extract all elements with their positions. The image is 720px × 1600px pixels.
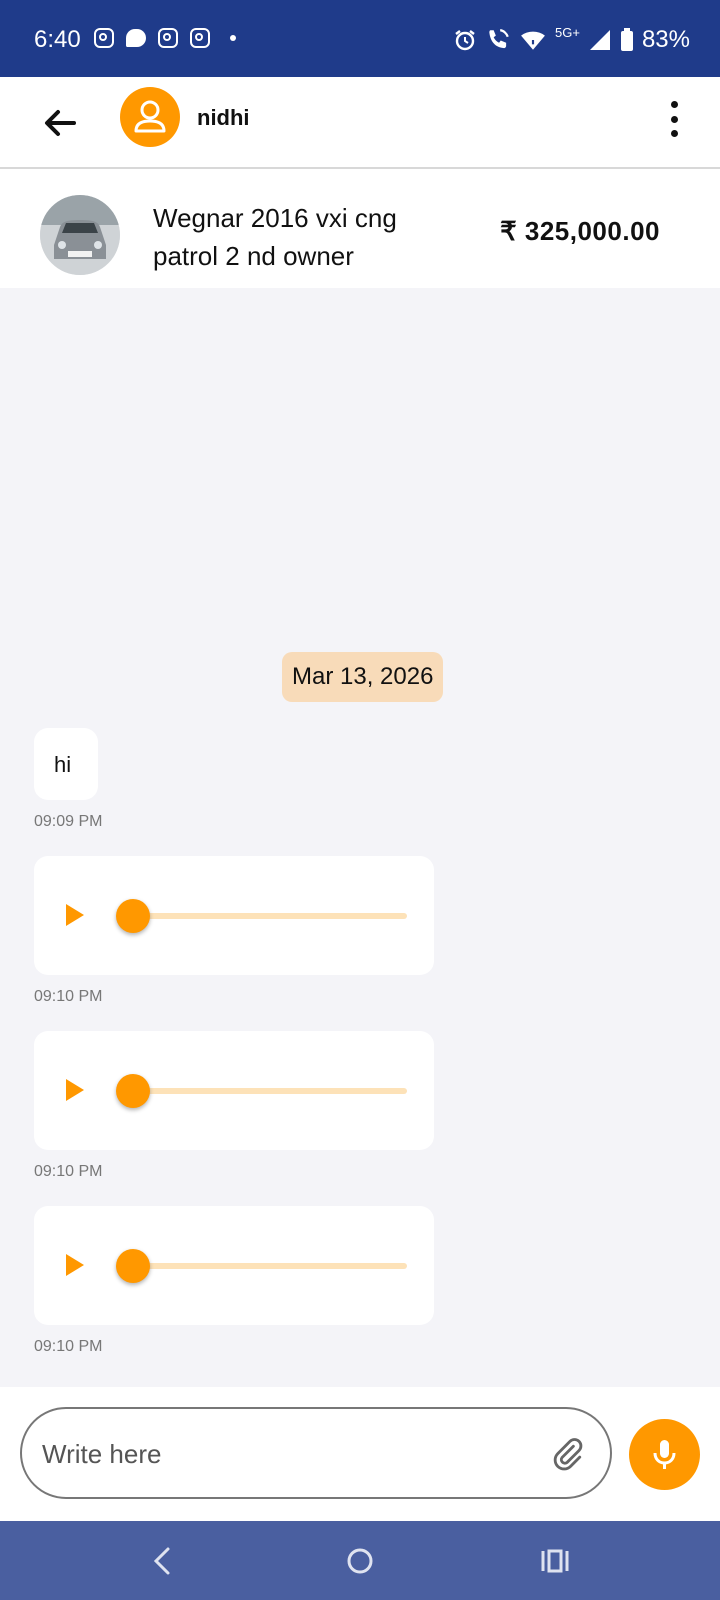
instagram-icon bbox=[94, 28, 114, 48]
more-options-icon[interactable] bbox=[668, 101, 680, 137]
audio-progress-track[interactable] bbox=[132, 1263, 407, 1269]
listing-card[interactable]: Wegnar 2016 vxi cng patrol 2 nd owner ₹ … bbox=[0, 169, 720, 288]
audio-message bbox=[34, 1031, 434, 1150]
nav-back-icon[interactable] bbox=[142, 1539, 186, 1583]
signal-icon bbox=[589, 30, 610, 50]
listing-price: ₹ 325,000.00 bbox=[500, 216, 660, 246]
wifi-call-icon bbox=[489, 29, 509, 49]
microphone-icon bbox=[653, 1440, 676, 1469]
text-message[interactable]: hi bbox=[34, 728, 98, 800]
audio-seek-thumb[interactable] bbox=[116, 1249, 150, 1283]
contact-avatar[interactable] bbox=[120, 87, 180, 147]
notification-icons bbox=[94, 28, 236, 48]
nav-recents-icon[interactable] bbox=[533, 1539, 577, 1583]
audio-progress-track[interactable] bbox=[132, 913, 407, 919]
more-notifications-dot bbox=[230, 35, 236, 41]
contact-name[interactable]: nidhi bbox=[197, 105, 250, 131]
audio-message bbox=[34, 1206, 434, 1325]
audio-progress-track[interactable] bbox=[132, 1088, 407, 1094]
alarm-icon bbox=[455, 30, 475, 51]
back-arrow-icon[interactable] bbox=[40, 103, 80, 143]
date-separator: Mar 13, 2026 bbox=[282, 652, 444, 702]
instagram-icon bbox=[158, 28, 178, 48]
message-text: hi bbox=[54, 752, 72, 777]
system-nav-bar bbox=[0, 1521, 720, 1600]
chat-notification-icon bbox=[126, 29, 146, 47]
instagram-icon bbox=[190, 28, 210, 48]
attachment-icon[interactable] bbox=[550, 1437, 584, 1471]
message-time: 09:10 PM bbox=[34, 988, 103, 1005]
voice-record-button[interactable] bbox=[629, 1419, 700, 1490]
play-icon[interactable] bbox=[66, 904, 84, 926]
network-type-label: 5G+ bbox=[555, 24, 580, 40]
message-time: 09:09 PM bbox=[34, 813, 103, 830]
message-input-container bbox=[20, 1407, 612, 1499]
car-thumbnail bbox=[40, 195, 120, 275]
battery-icon bbox=[620, 28, 633, 51]
status-bar: 6:40 5G+ 83% bbox=[0, 0, 720, 77]
message-time: 09:10 PM bbox=[34, 1163, 103, 1180]
composer bbox=[0, 1387, 720, 1521]
play-icon[interactable] bbox=[66, 1079, 84, 1101]
system-icons: 5G+ 83% bbox=[453, 24, 690, 54]
message-input[interactable] bbox=[40, 1427, 524, 1481]
audio-seek-thumb[interactable] bbox=[116, 899, 150, 933]
nav-home-icon[interactable] bbox=[338, 1539, 382, 1583]
car-image bbox=[40, 195, 120, 275]
user-icon bbox=[134, 100, 166, 133]
audio-message bbox=[34, 856, 434, 975]
play-icon[interactable] bbox=[66, 1254, 84, 1276]
battery-percentage: 83% bbox=[641, 26, 690, 53]
audio-seek-thumb[interactable] bbox=[116, 1074, 150, 1108]
wifi-icon bbox=[521, 31, 545, 50]
listing-title: Wegnar 2016 vxi cng patrol 2 nd owner bbox=[153, 203, 397, 271]
message-time: 09:10 PM bbox=[34, 1338, 103, 1355]
status-time: 6:40 bbox=[34, 26, 81, 53]
chat-header: nidhi bbox=[0, 77, 720, 169]
